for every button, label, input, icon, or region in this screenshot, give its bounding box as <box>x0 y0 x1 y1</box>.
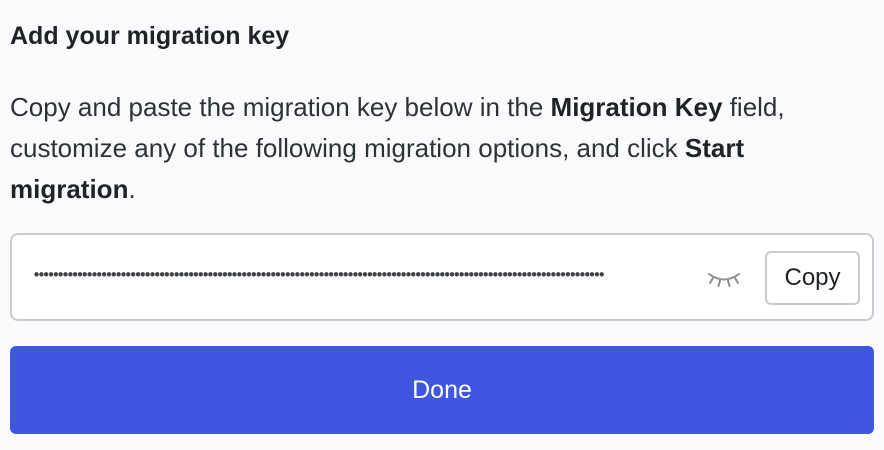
eye-closed-icon <box>708 273 740 287</box>
done-button[interactable]: Done <box>10 346 874 434</box>
instructions-migration-key-label: Migration Key <box>550 92 723 122</box>
show-key-toggle[interactable] <box>702 265 746 291</box>
migration-key-masked-value[interactable]: ••••••••••••••••••••••••••••••••••••••••… <box>32 263 682 287</box>
migration-key-panel: Add your migration key Copy and paste th… <box>10 0 874 450</box>
instructions-text-part1: Copy and paste the migration key below i… <box>10 92 551 122</box>
instructions-text: Copy and paste the migration key below i… <box>10 87 870 210</box>
instructions-text-part3: . <box>128 174 136 204</box>
copy-button[interactable]: Copy <box>765 251 860 305</box>
section-heading: Add your migration key <box>10 22 290 50</box>
migration-key-field: ••••••••••••••••••••••••••••••••••••••••… <box>10 233 874 321</box>
